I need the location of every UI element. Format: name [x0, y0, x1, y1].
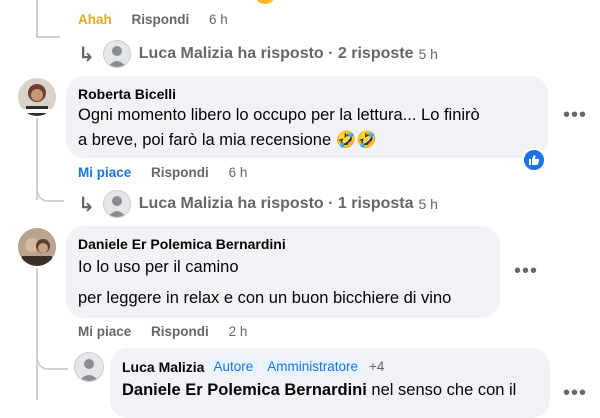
ahah-reaction-label[interactable]: Ahah	[78, 12, 112, 27]
avatar	[102, 40, 131, 68]
comment-actions: Mi piace Rispondi 2 h	[78, 324, 263, 339]
top-comment-actions: Ahah Rispondi 6 h	[78, 12, 244, 27]
avatar-roberta[interactable]	[18, 78, 56, 116]
thread-connector-reply	[36, 340, 68, 370]
comment-time: 6 h	[209, 12, 228, 27]
comment-time: 6 h	[228, 165, 248, 180]
comment-author[interactable]: Roberta Bicelli	[78, 86, 176, 102]
reply-link[interactable]: Rispondi	[132, 12, 190, 27]
comment-bubble-roberta: Roberta Bicelli Ogni momento libero lo o…	[66, 76, 548, 158]
like-icon	[529, 155, 540, 165]
comment-text-line1: Io lo uso per il camino	[78, 258, 239, 276]
avatar-daniele[interactable]	[18, 228, 56, 266]
view-replies-link[interactable]: ↳ Luca Malizia ha risposto · 2 risposte …	[78, 40, 438, 68]
reply-text-body: nel senso che con il	[366, 381, 517, 399]
comment-author[interactable]: Daniele Er Polemica Bernardini	[78, 236, 286, 252]
reply-arrow-icon: ↳	[78, 193, 95, 216]
thread-line-comment2	[36, 268, 38, 400]
comment-time: 2 h	[228, 324, 248, 339]
reaction-emoji-partial	[256, 0, 274, 4]
comment-more-options[interactable]: •••	[514, 261, 538, 281]
reply-bubble-luca: Luca Malizia Autore Amministratore +4 Da…	[110, 348, 550, 418]
reply-header: Luca Malizia Autore Amministratore +4	[122, 357, 384, 376]
thread-connector-comment1	[36, 186, 64, 202]
avatar-luca[interactable]	[74, 352, 104, 382]
reply-link[interactable]: Rispondi	[151, 324, 209, 339]
more-badges[interactable]: +4	[369, 359, 384, 374]
replies-summary: Luca Malizia ha risposto · 1 risposta	[138, 195, 414, 212]
comment-more-options[interactable]: •••	[563, 105, 587, 125]
replies-summary: Luca Malizia ha risposto · 2 risposte	[138, 45, 414, 62]
thread-connector	[36, 22, 60, 38]
author-badge[interactable]: Autore	[208, 357, 259, 376]
avatar	[102, 190, 131, 218]
admin-badge[interactable]: Amministratore	[262, 357, 364, 376]
reply-text: Daniele Er Polemica Bernardini nel senso…	[122, 381, 516, 400]
comment-actions: Mi piace Rispondi 6 h	[78, 165, 263, 180]
comment-text-line2: a breve, poi farò la mia recensione 🤣🤣	[78, 131, 377, 149]
mention-link[interactable]: Daniele Er Polemica Bernardini	[122, 381, 367, 399]
view-replies-link[interactable]: ↳ Luca Malizia ha risposto · 1 risposta …	[78, 190, 438, 218]
like-link[interactable]: Mi piace	[78, 324, 131, 339]
comment-bubble-daniele: Daniele Er Polemica Bernardini Io lo uso…	[66, 226, 500, 318]
like-link[interactable]: Mi piace	[78, 165, 131, 180]
replies-time: 5 h	[418, 196, 438, 212]
reply-author[interactable]: Luca Malizia	[122, 359, 204, 375]
reply-link[interactable]: Rispondi	[151, 165, 209, 180]
replies-time: 5 h	[418, 46, 438, 62]
reply-more-options[interactable]: •••	[563, 383, 587, 403]
reply-arrow-icon: ↳	[78, 43, 95, 66]
comment-text-line1: Ogni momento libero lo occupo per la let…	[78, 106, 480, 124]
comment-text-line2: per leggere in relax e con un buon bicch…	[78, 289, 452, 307]
like-reaction-badge[interactable]	[522, 148, 546, 172]
